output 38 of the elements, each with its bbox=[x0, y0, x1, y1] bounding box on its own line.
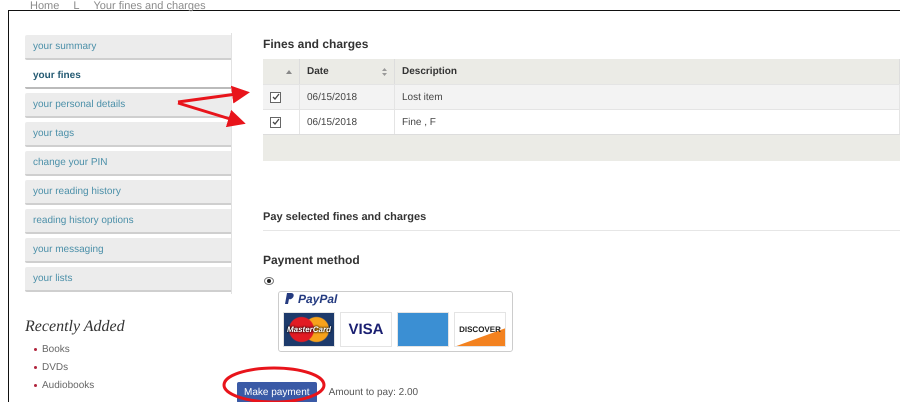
breadcrumb-link[interactable]: L bbox=[73, 1, 80, 10]
paypal-logo-icon bbox=[285, 293, 295, 305]
section-heading: Fines and charges bbox=[263, 37, 370, 51]
sidebar-item[interactable]: your personal details bbox=[25, 93, 231, 118]
recent-link[interactable]: Books bbox=[42, 344, 70, 355]
amount-text: Amount to pay: 2.00 bbox=[328, 387, 418, 398]
card-logo: VISA bbox=[340, 312, 392, 347]
column-header[interactable]: Date bbox=[300, 59, 395, 84]
recent-link[interactable]: DVDs bbox=[42, 362, 68, 373]
sidebar-item[interactable]: your summary bbox=[25, 35, 231, 60]
table-cell: Lost item bbox=[395, 84, 900, 109]
checkbox[interactable] bbox=[270, 92, 281, 102]
checkbox[interactable] bbox=[270, 116, 281, 128]
card-logo bbox=[397, 312, 449, 347]
section-heading: Recently Added bbox=[25, 318, 126, 336]
sidebar-item[interactable]: your messaging bbox=[25, 238, 231, 263]
paypal-logo-text: PayPal bbox=[298, 292, 338, 306]
bullet-icon bbox=[34, 384, 37, 387]
sidebar-item[interactable]: change your PIN bbox=[25, 151, 231, 176]
card-logo: DISCOVER bbox=[454, 312, 506, 347]
breadcrumb-link[interactable]: Your fines and charges bbox=[93, 1, 206, 10]
section-heading: Pay selected fines and charges bbox=[263, 211, 900, 231]
breadcrumb-link[interactable]: Home bbox=[30, 1, 60, 10]
sidebar-item[interactable]: your reading history bbox=[25, 180, 231, 205]
table-cell: Fine , F bbox=[395, 109, 900, 134]
sort-ascending-icon[interactable] bbox=[286, 70, 292, 74]
recent-link[interactable]: Audiobooks bbox=[42, 380, 94, 391]
bullet-icon bbox=[34, 366, 37, 369]
sidebar-item[interactable]: your lists bbox=[25, 267, 231, 292]
table-cell: 06/15/2018 bbox=[300, 84, 395, 109]
annotation-arrow bbox=[178, 102, 246, 128]
section-heading: Payment method bbox=[263, 253, 361, 267]
column-header[interactable]: Description bbox=[395, 59, 900, 84]
sidebar-item[interactable]: reading history options bbox=[25, 209, 231, 234]
sidebar-item[interactable]: your tags bbox=[25, 122, 231, 147]
radio-button[interactable] bbox=[264, 277, 274, 285]
bullet-icon bbox=[34, 348, 37, 351]
table-cell: 06/15/2018 bbox=[300, 109, 395, 134]
